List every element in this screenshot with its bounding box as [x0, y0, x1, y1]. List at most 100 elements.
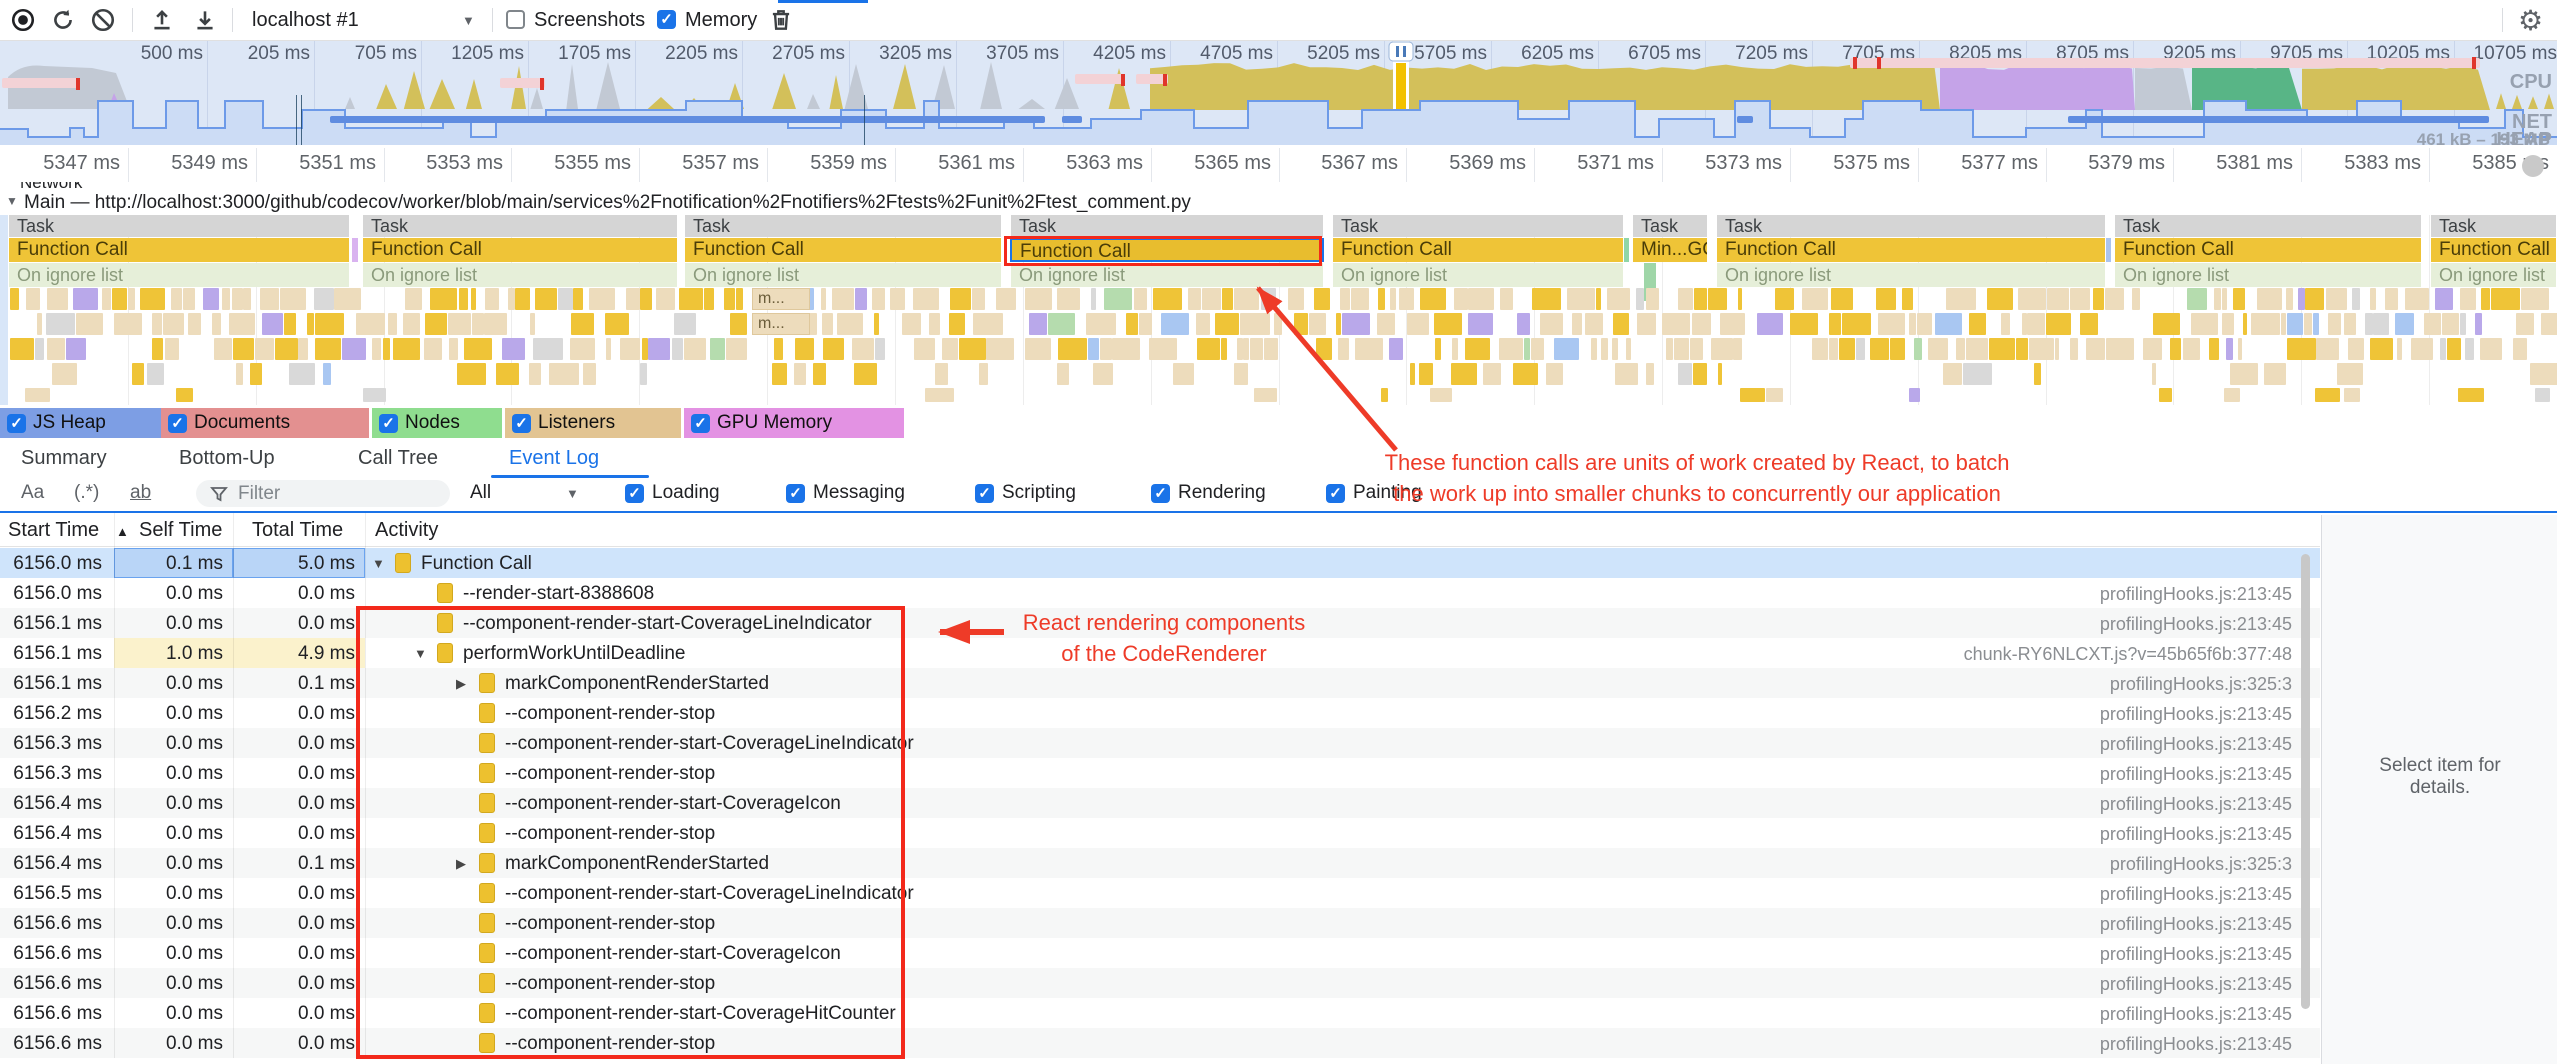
memory-checkbox[interactable]: ✓ — [657, 10, 676, 29]
table-row[interactable]: 6156.6 ms0.0 ms0.0 ms--component-render-… — [0, 908, 2320, 938]
flame-subcall — [315, 338, 341, 360]
table-row[interactable]: 6156.1 ms0.0 ms0.1 ms▶markComponentRende… — [0, 668, 2320, 698]
task-bar[interactable]: Task — [1632, 215, 1708, 237]
source-link[interactable]: profilingHooks.js:213:45 — [1928, 794, 2292, 815]
source-link[interactable]: profilingHooks.js:213:45 — [1928, 764, 2292, 785]
filter-checkbox-scripting[interactable]: ✓ — [975, 484, 994, 503]
task-bar[interactable]: Task — [362, 215, 678, 237]
function-call-bar[interactable]: Function Call — [2114, 238, 2422, 262]
source-link[interactable]: profilingHooks.js:213:45 — [1928, 914, 2292, 935]
source-link[interactable]: profilingHooks.js:213:45 — [1928, 944, 2292, 965]
table-row[interactable]: 6156.4 ms0.0 ms0.0 ms--component-render-… — [0, 788, 2320, 818]
source-link[interactable]: profilingHooks.js:213:45 — [1928, 884, 2292, 905]
table-row[interactable]: 6156.3 ms0.0 ms0.0 ms--component-render-… — [0, 758, 2320, 788]
task-bar[interactable]: Task — [1332, 215, 1624, 237]
source-link[interactable]: profilingHooks.js:213:45 — [1928, 704, 2292, 725]
legend-checkbox[interactable]: ✓ — [379, 414, 398, 433]
legend-checkbox[interactable]: ✓ — [691, 414, 710, 433]
function-call-bar[interactable]: Function Call — [8, 238, 350, 262]
main-thread-track-header[interactable]: ▼ Main — http://localhost:3000/github/co… — [0, 190, 2557, 215]
timeline-overview[interactable]: 500 ms205 ms705 ms1205 ms1705 ms2205 ms2… — [0, 41, 2557, 145]
table-scrollbar[interactable] — [2301, 554, 2310, 1009]
col-start-time[interactable]: Start Time — [8, 519, 99, 542]
on-ignore-list-bar[interactable]: On ignore list — [1010, 263, 1324, 287]
on-ignore-list-bar[interactable]: On ignore list — [2430, 263, 2557, 287]
load-profile-icon[interactable] — [149, 7, 175, 33]
chevron-down-icon[interactable]: ▼ — [566, 486, 579, 501]
legend-checkbox[interactable]: ✓ — [168, 414, 187, 433]
tab-event-log[interactable]: Event Log — [509, 447, 599, 470]
source-link[interactable]: profilingHooks.js:213:45 — [1928, 584, 2292, 605]
table-row[interactable]: 6156.6 ms0.0 ms0.0 ms--component-render-… — [0, 1028, 2320, 1058]
expander-open-icon[interactable]: ▼ — [372, 556, 385, 571]
function-call-bar[interactable]: Function Call — [362, 238, 678, 262]
table-row[interactable]: 6156.0 ms0.0 ms0.0 ms--render-start-8388… — [0, 578, 2320, 608]
source-link[interactable]: profilingHooks.js:213:45 — [1928, 734, 2292, 755]
table-row[interactable]: 6156.2 ms0.0 ms0.0 ms--component-render-… — [0, 698, 2320, 728]
col-activity[interactable]: Activity — [375, 519, 438, 542]
match-case-button[interactable]: Aa — [21, 482, 44, 504]
table-row[interactable]: 6156.6 ms0.0 ms0.0 ms--component-render-… — [0, 998, 2320, 1028]
task-bar[interactable]: Task — [1716, 215, 2106, 237]
tab-summary[interactable]: Summary — [21, 447, 107, 470]
table-header[interactable]: Start Time ▲Self TimeTotal TimeActivity — [0, 513, 2320, 547]
scroll-knob[interactable] — [2522, 155, 2544, 177]
legend-checkbox[interactable]: ✓ — [7, 414, 26, 433]
table-row[interactable]: 6156.4 ms0.0 ms0.0 ms--component-render-… — [0, 818, 2320, 848]
on-ignore-list-bar[interactable]: On ignore list — [684, 263, 1002, 287]
filter-checkbox-painting[interactable]: ✓ — [1326, 484, 1345, 503]
on-ignore-list-bar[interactable]: On ignore list — [8, 263, 350, 287]
col-self-time[interactable]: Self Time — [139, 519, 222, 542]
function-call-bar[interactable]: Function Call — [2430, 238, 2557, 262]
table-row[interactable]: 6156.0 ms0.1 ms5.0 ms▼Function Call — [0, 548, 2320, 578]
legend-checkbox[interactable]: ✓ — [512, 414, 531, 433]
regex-button[interactable]: (.*) — [74, 482, 99, 504]
table-row[interactable]: 6156.3 ms0.0 ms0.0 ms--component-render-… — [0, 728, 2320, 758]
gear-icon[interactable]: ⚙ — [2518, 4, 2543, 37]
on-ignore-list-bar[interactable]: On ignore list — [1716, 263, 2106, 287]
source-link[interactable]: profilingHooks.js:213:45 — [1928, 824, 2292, 845]
function-call-bar[interactable]: Function Call — [684, 238, 1002, 262]
source-link[interactable]: profilingHooks.js:213:45 — [1928, 974, 2292, 995]
task-bar[interactable]: Task — [2430, 215, 2557, 237]
record-icon[interactable] — [10, 7, 36, 33]
filter-checkbox-messaging[interactable]: ✓ — [786, 484, 805, 503]
task-bar[interactable]: Task — [684, 215, 1002, 237]
source-link[interactable]: profilingHooks.js:213:45 — [1928, 614, 2292, 635]
source-link[interactable]: chunk-RY6NLCXT.js?v=45b65f6b:377:48 — [1928, 644, 2292, 665]
on-ignore-list-bar[interactable]: On ignore list — [2114, 263, 2422, 287]
function-call-bar[interactable]: Function Call — [1716, 238, 2106, 262]
tab-call-tree[interactable]: Call Tree — [358, 447, 438, 470]
on-ignore-list-bar[interactable]: On ignore list — [1332, 263, 1624, 287]
source-link[interactable]: profilingHooks.js:213:45 — [1928, 1034, 2292, 1055]
table-row[interactable]: 6156.6 ms0.0 ms0.0 ms--component-render-… — [0, 968, 2320, 998]
on-ignore-list-bar[interactable]: On ignore list — [362, 263, 678, 287]
filter-checkbox-loading[interactable]: ✓ — [625, 484, 644, 503]
collapse-triangle-icon[interactable]: ▼ — [6, 194, 18, 208]
reload-icon[interactable] — [50, 7, 76, 33]
save-profile-icon[interactable] — [192, 7, 218, 33]
collect-garbage-icon[interactable] — [768, 7, 794, 33]
screenshots-checkbox[interactable] — [506, 10, 525, 29]
whole-word-button[interactable]: ab — [130, 482, 151, 504]
task-bar[interactable]: Task — [1010, 215, 1324, 237]
clear-icon[interactable] — [90, 7, 116, 33]
source-link[interactable]: profilingHooks.js:213:45 — [1928, 1004, 2292, 1025]
chevron-down-icon[interactable]: ▼ — [462, 13, 475, 28]
network-track[interactable]: Network — [0, 182, 2557, 190]
task-bar[interactable]: Task — [2114, 215, 2422, 237]
table-row[interactable]: 6156.5 ms0.0 ms0.0 ms--component-render-… — [0, 878, 2320, 908]
task-bar[interactable]: Task — [8, 215, 350, 237]
filter-input[interactable]: Filter — [196, 480, 450, 507]
source-link[interactable]: profilingHooks.js:325:3 — [1928, 854, 2292, 875]
col-total-time[interactable]: Total Time — [252, 519, 343, 542]
source-link[interactable]: profilingHooks.js:325:3 — [1928, 674, 2292, 695]
filter-checkbox-rendering[interactable]: ✓ — [1151, 484, 1170, 503]
table-row[interactable]: 6156.6 ms0.0 ms0.0 ms--component-render-… — [0, 938, 2320, 968]
tab-bottom-up[interactable]: Bottom-Up — [179, 447, 275, 470]
function-call-bar[interactable]: Function Call — [1332, 238, 1624, 262]
history-dropdown[interactable]: localhost #1 — [252, 9, 359, 32]
level-filter-dropdown[interactable]: All — [470, 482, 491, 504]
function-call-bar[interactable]: Min...GC — [1632, 238, 1708, 262]
table-row[interactable]: 6156.4 ms0.0 ms0.1 ms▶markComponentRende… — [0, 848, 2320, 878]
